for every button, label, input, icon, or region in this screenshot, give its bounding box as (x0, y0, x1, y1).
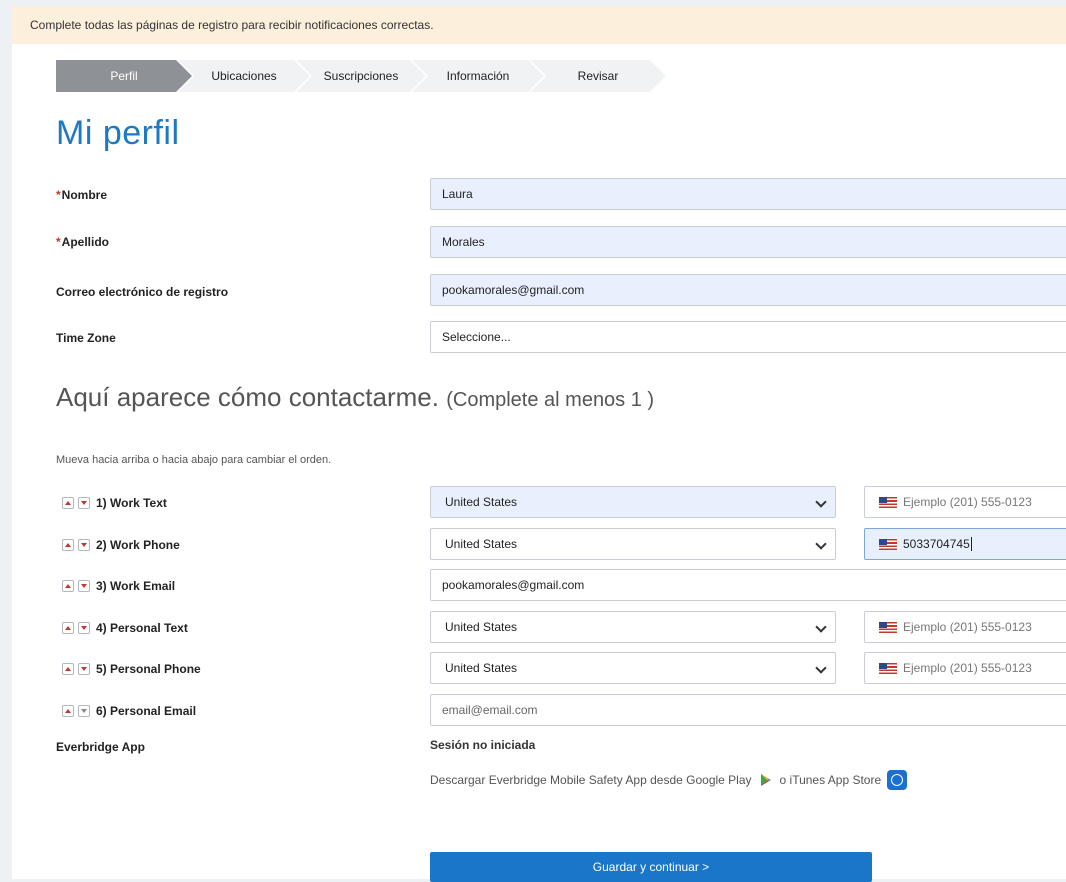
country-select[interactable]: United States (430, 486, 836, 518)
country-select[interactable]: United States (430, 652, 836, 684)
last-name-input[interactable]: Morales (430, 226, 1066, 258)
app-store-icon[interactable] (887, 770, 908, 790)
phone-input[interactable]: 5033704745 (864, 528, 1066, 560)
step-revisar[interactable]: Revisar (530, 60, 666, 92)
move-up-icon[interactable] (62, 539, 74, 551)
move-up-icon[interactable] (62, 580, 74, 592)
move-up-icon[interactable] (62, 622, 74, 634)
contact-row-label: 1) Work Text (62, 496, 167, 510)
chevron-down-icon (815, 662, 827, 674)
reorder-hint: Mueva hacia arriba o hacia abajo para ca… (56, 454, 332, 466)
contact-row-label: 2) Work Phone (62, 538, 180, 552)
move-up-icon[interactable] (62, 705, 74, 717)
timezone-label: Time Zone (56, 331, 116, 345)
email-input[interactable]: email@email.com (430, 694, 1066, 726)
registration-page: Complete todas las páginas de registro p… (12, 6, 1066, 882)
move-down-icon[interactable] (78, 663, 90, 675)
contact-row-label: 3) Work Email (62, 579, 175, 593)
step-ubicaciones[interactable]: Ubicaciones (178, 60, 310, 92)
contact-row-label: 4) Personal Text (62, 621, 188, 635)
google-play-icon[interactable] (758, 772, 774, 788)
email-label: Correo electrónico de registro (56, 285, 229, 299)
app-label: Everbridge App (56, 740, 145, 754)
chevron-down-icon (815, 496, 827, 508)
app-status: Sesión no iniciada (430, 738, 536, 752)
phone-input[interactable]: Ejemplo (201) 555-0123 (864, 486, 1066, 518)
required-mark: * (56, 188, 61, 202)
email-input[interactable]: pookamorales@gmail.com (430, 569, 1066, 601)
chevron-down-icon (815, 538, 827, 550)
phone-input[interactable]: Ejemplo (201) 555-0123 (864, 611, 1066, 643)
move-up-icon[interactable] (62, 663, 74, 675)
us-flag-icon (879, 662, 897, 674)
us-flag-icon (879, 538, 897, 550)
move-up-icon[interactable] (62, 497, 74, 509)
us-flag-icon (879, 496, 897, 508)
notice-banner: Complete todas las páginas de registro p… (12, 6, 1066, 44)
contact-row-label: 5) Personal Phone (62, 662, 201, 676)
move-down-icon[interactable] (78, 539, 90, 551)
contact-row-label: 6) Personal Email (62, 704, 196, 718)
save-continue-button[interactable]: Guardar y continuar > (430, 852, 872, 882)
contact-heading: Aquí aparece cómo contactarme. (Complete… (56, 382, 655, 412)
move-down-icon[interactable] (78, 580, 90, 592)
move-down-icon[interactable] (78, 622, 90, 634)
move-down-icon[interactable] (78, 497, 90, 509)
registration-email-input[interactable]: pookamorales@gmail.com (430, 274, 1066, 306)
first-name-input[interactable]: Laura (430, 178, 1066, 210)
first-name-label: *Nombre (56, 188, 108, 202)
step-informacion[interactable]: Información (412, 60, 544, 92)
chevron-down-icon (815, 621, 827, 633)
page-title: Mi perfil (56, 114, 180, 152)
required-mark: * (56, 235, 61, 249)
country-select[interactable]: United States (430, 528, 836, 560)
phone-input[interactable]: Ejemplo (201) 555-0123 (864, 652, 1066, 684)
last-name-label: *Apellido (56, 235, 110, 249)
step-perfil[interactable]: Perfil (56, 60, 192, 92)
step-suscripciones[interactable]: Suscripciones (296, 60, 426, 92)
app-download-row: Descargar Everbridge Mobile Safety App d… (430, 770, 908, 790)
country-select[interactable]: United States (430, 611, 836, 643)
move-down-icon (78, 705, 90, 717)
text-cursor (970, 537, 972, 551)
timezone-select[interactable]: Seleccione... (430, 321, 1066, 353)
us-flag-icon (879, 621, 897, 633)
